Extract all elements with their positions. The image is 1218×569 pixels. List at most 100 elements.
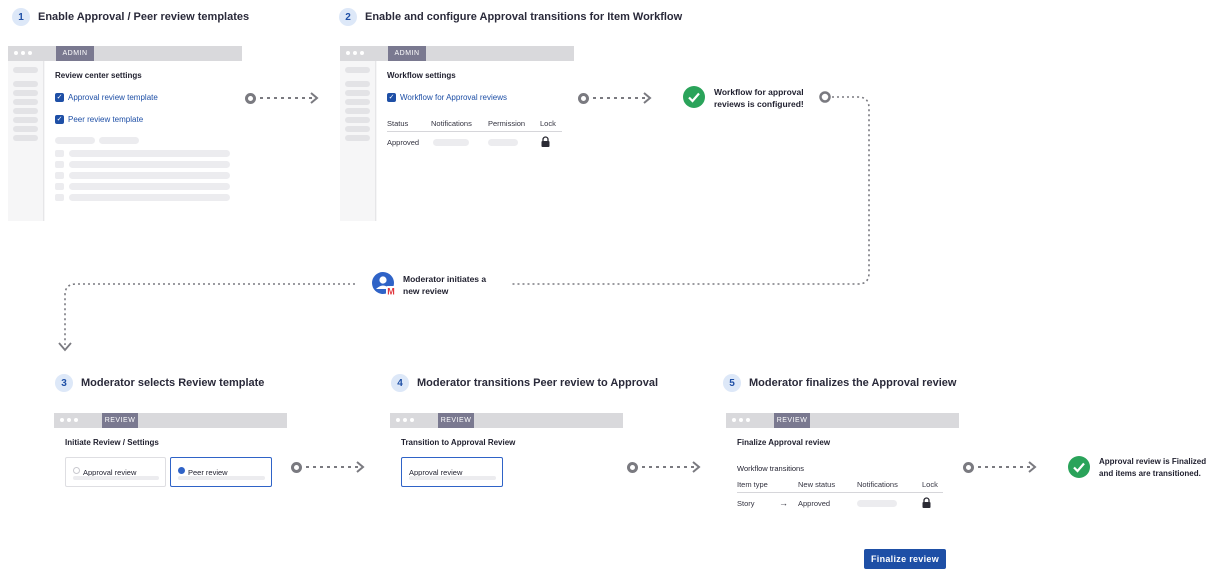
placeholder [488, 139, 518, 146]
window-titlebar: ADMIN [340, 46, 574, 61]
dashed-arrow-icon [260, 92, 319, 104]
admin-tab: ADMIN [388, 46, 426, 61]
radio-selected-icon [178, 467, 185, 475]
panel-title: Workflow settings [387, 71, 456, 80]
placeholder [55, 161, 64, 168]
dashed-arrow-icon [306, 461, 365, 473]
flow-connector [627, 461, 704, 473]
peer-review-option[interactable]: Peer review [170, 457, 272, 487]
connector-node-icon [291, 461, 302, 473]
step-label: Enable Approval / Peer review templates [38, 11, 250, 23]
column-header: Notifications [857, 480, 898, 489]
placeholder [69, 161, 230, 168]
connector-node-icon [578, 92, 589, 104]
placeholder [55, 137, 95, 144]
step-label: Moderator transitions Peer review to App… [417, 377, 659, 389]
placeholder [69, 150, 230, 157]
approval-review-option[interactable]: Approval review [401, 457, 503, 487]
check-circle-icon [1068, 456, 1090, 478]
placeholder [55, 194, 64, 201]
placeholder [178, 476, 265, 480]
workflow-settings-window: ADMIN Workflow settings ✓ Workflow for A… [340, 46, 574, 221]
user-icon: M [372, 272, 396, 297]
dashed-arrow-icon [642, 461, 701, 473]
status-cell: Approved [387, 138, 420, 147]
window-titlebar: ADMIN [8, 46, 242, 61]
table-divider [737, 492, 943, 493]
dashed-arrow-icon [978, 461, 1037, 473]
checkbox-label: Approval review template [68, 93, 158, 102]
dashed-arrow-icon [593, 92, 652, 104]
check-circle-icon [683, 86, 705, 108]
review-content: Initiate Review / Settings Approval revi… [54, 428, 287, 569]
approval-workflow-checkbox[interactable]: ✓ Workflow for Approval reviews [387, 93, 507, 102]
svg-text:M: M [387, 287, 395, 297]
step-label: Moderator selects Review template [81, 377, 265, 389]
moderator-note: Moderator initiates a new review [403, 274, 487, 296]
checkmark-icon: ✓ [55, 115, 64, 124]
placeholder [73, 476, 159, 480]
placeholder [69, 172, 230, 179]
placeholder [55, 183, 64, 190]
approval-review-option[interactable]: Approval review [65, 457, 166, 487]
step-number: 1 [12, 8, 30, 26]
review-tab: REVIEW [774, 413, 810, 428]
flow-connector [963, 461, 1040, 473]
flow-connector [291, 461, 368, 473]
review-center-settings-window: ADMIN Review center settings ✓ Approval … [8, 46, 242, 221]
sidebar [8, 61, 44, 221]
finalize-review-window: REVIEW Finalize Approval review Workflow… [726, 413, 959, 569]
step-2-heading: 2 Enable and configure Approval transiti… [339, 8, 682, 26]
placeholder [433, 139, 469, 146]
step-label: Enable and configure Approval transition… [365, 11, 683, 23]
review-tab: REVIEW [102, 413, 138, 428]
checkbox-label: Peer review template [68, 115, 144, 124]
new-status-cell: Approved [798, 499, 831, 508]
panel-title: Initiate Review / Settings [65, 438, 159, 447]
window-dots [60, 418, 78, 422]
placeholder [69, 194, 230, 201]
step-number: 3 [55, 374, 73, 392]
finalize-review-button[interactable]: Finalize review [864, 549, 946, 569]
column-header: Permission [488, 119, 526, 128]
column-header: New status [798, 480, 836, 489]
checkmark-icon: ✓ [55, 93, 64, 102]
finalized-note: Approval review is Finalized and items a… [1099, 457, 1207, 478]
step-number: 2 [339, 8, 357, 26]
section-label: Workflow transitions [737, 464, 804, 473]
lock-icon [541, 136, 550, 147]
peer-template-checkbox[interactable]: ✓ Peer review template [55, 115, 143, 124]
review-tab: REVIEW [438, 413, 474, 428]
radio-icon [73, 467, 80, 475]
checkbox-label: Workflow for Approval reviews [400, 93, 507, 102]
column-header: Lock [540, 119, 556, 128]
initiate-review-window: REVIEW Initiate Review / Settings Approv… [54, 413, 287, 569]
window-titlebar: REVIEW [726, 413, 959, 428]
connector-node-icon [245, 92, 256, 104]
placeholder [409, 476, 496, 480]
step-1-heading: 1 Enable Approval / Peer review template… [12, 8, 249, 26]
column-header: Notifications [431, 119, 472, 128]
column-header: Lock [922, 480, 938, 489]
configured-note: Workflow for approval reviews is configu… [714, 87, 804, 109]
step-5-heading: 5 Moderator finalizes the Approval revie… [723, 374, 956, 392]
step-number: 4 [391, 374, 409, 392]
window-dots [14, 51, 32, 55]
panel-title: Review center settings [55, 71, 142, 80]
checkmark-icon: ✓ [387, 93, 396, 102]
window-titlebar: REVIEW [390, 413, 623, 428]
settings-content: Review center settings ✓ Approval review… [45, 61, 242, 221]
item-type-cell: Story [737, 499, 755, 508]
approval-template-checkbox[interactable]: ✓ Approval review template [55, 93, 158, 102]
step-3-heading: 3 Moderator selects Review template [55, 374, 264, 392]
placeholder [99, 137, 139, 144]
column-header: Status [387, 119, 409, 128]
connector-node-icon [627, 461, 638, 473]
panel-title: Transition to Approval Review [401, 438, 516, 447]
admin-tab: ADMIN [56, 46, 94, 61]
step-number: 5 [723, 374, 741, 392]
flow-connector [578, 92, 655, 104]
review-content: Finalize Approval review Workflow transi… [726, 428, 959, 569]
window-dots [346, 51, 364, 55]
column-header: Item type [737, 480, 768, 489]
